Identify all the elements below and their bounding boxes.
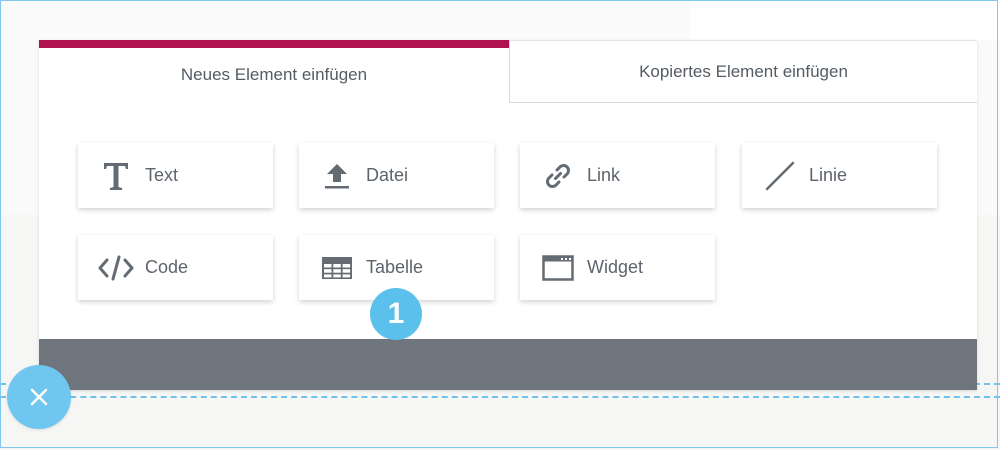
element-text-button[interactable]: Text — [78, 143, 273, 208]
element-widget-label: Widget — [587, 257, 644, 277]
close-button[interactable] — [7, 365, 71, 429]
drop-zone-line-bottom — [0, 396, 1000, 398]
background-highlight — [690, 0, 1000, 40]
line-icon — [760, 158, 800, 194]
step-number-badge: 1 — [370, 288, 422, 340]
tab-new-element-label: Neues Element einfügen — [180, 64, 368, 84]
table-icon — [317, 250, 357, 286]
tab-new-element[interactable]: Neues Element einfügen — [39, 40, 509, 103]
element-line-label: Linie — [809, 165, 848, 185]
tab-copied-element[interactable]: Kopiertes Element einfügen — [509, 40, 977, 103]
tab-copied-element-label: Kopiertes Element einfügen — [639, 61, 848, 81]
element-code-label: Code — [145, 257, 189, 277]
element-table-label: Tabelle — [366, 257, 424, 277]
code-icon — [96, 250, 136, 286]
element-widget-button[interactable]: Widget — [520, 235, 715, 300]
dialog-footer-bar — [39, 339, 977, 390]
element-file-label: Datei — [366, 165, 409, 185]
element-link-button[interactable]: Link — [520, 143, 715, 208]
element-file-button[interactable]: Datei — [299, 143, 494, 208]
close-icon — [29, 387, 49, 407]
step-number: 1 — [387, 297, 405, 330]
link-icon — [538, 158, 578, 194]
insert-element-dialog: Neues Element einfügen Kopiertes Element… — [39, 40, 977, 390]
text-icon — [96, 158, 136, 194]
tab-bar: Neues Element einfügen Kopiertes Element… — [39, 40, 977, 103]
upload-icon — [317, 158, 357, 194]
widget-icon — [538, 250, 578, 286]
element-line-button[interactable]: Linie — [742, 143, 937, 208]
element-code-button[interactable]: Code — [78, 235, 273, 300]
element-link-label: Link — [587, 165, 621, 185]
element-text-label: Text — [145, 165, 179, 185]
